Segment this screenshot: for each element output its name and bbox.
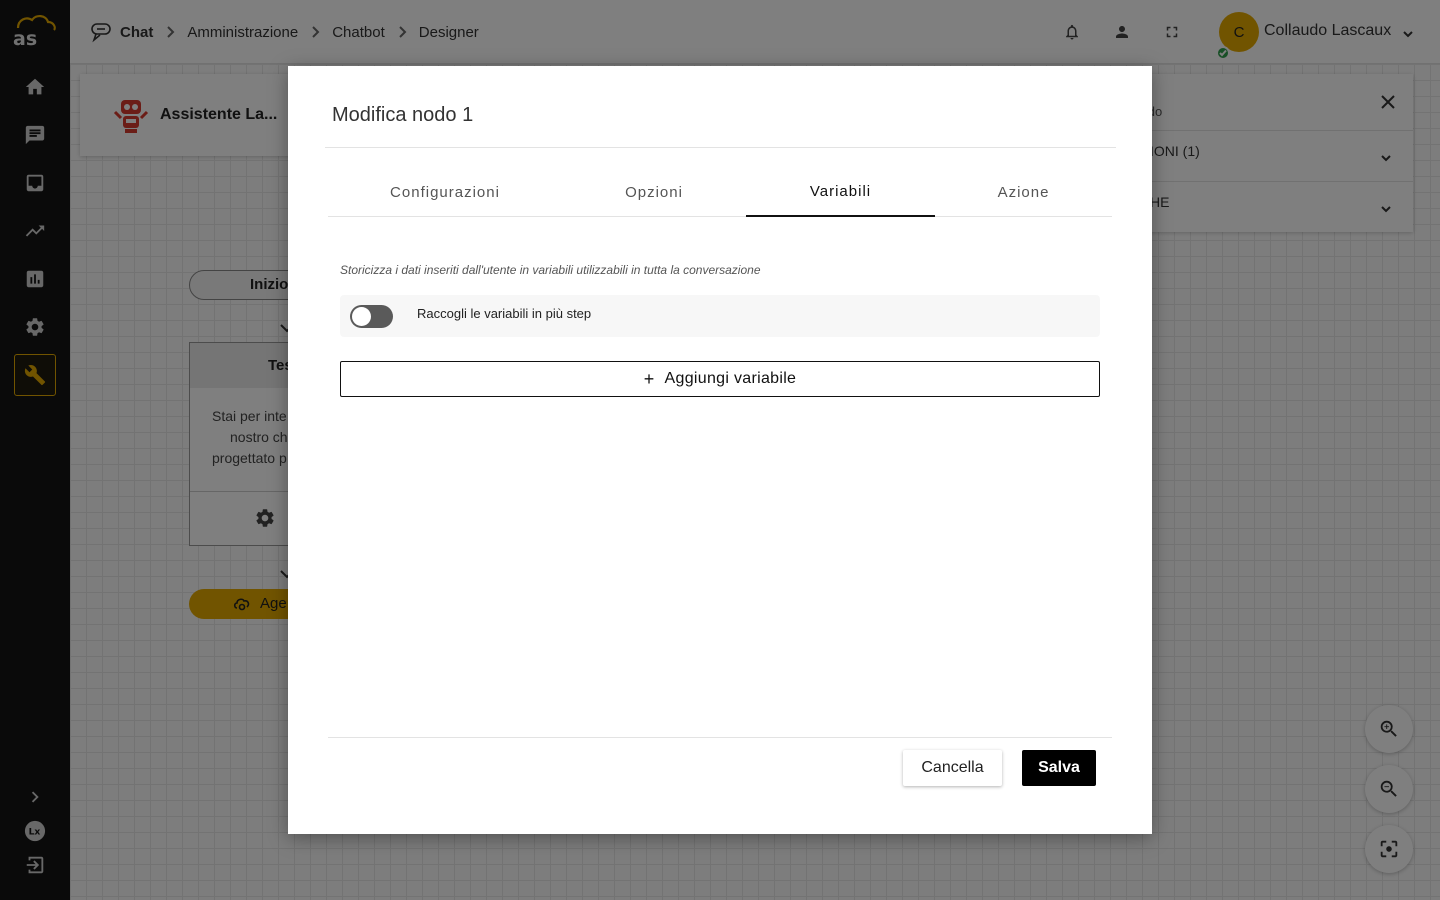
divider xyxy=(325,147,1116,148)
save-button[interactable]: Salva xyxy=(1022,750,1096,786)
dialog-tabs: Configurazioni Opzioni Variabili Azione xyxy=(328,168,1112,217)
tab-azione[interactable]: Azione xyxy=(935,168,1112,217)
dialog-title: Modifica nodo 1 xyxy=(332,104,474,126)
edit-node-dialog: Modifica nodo 1 Configurazioni Opzioni V… xyxy=(288,66,1152,834)
tab-configurazioni[interactable]: Configurazioni xyxy=(328,168,562,217)
tab-variabili[interactable]: Variabili xyxy=(746,168,935,217)
multi-step-row: Raccogli le variabili in più step xyxy=(340,295,1100,337)
divider xyxy=(328,737,1112,738)
multi-step-toggle[interactable] xyxy=(350,305,393,328)
cancel-button[interactable]: Cancella xyxy=(903,750,1002,786)
variables-help-text: Storicizza i dati inseriti dall'utente i… xyxy=(340,263,761,277)
add-variable-label: Aggiungi variabile xyxy=(664,370,797,387)
multi-step-label: Raccogli le variabili in più step xyxy=(417,306,592,321)
toggle-knob xyxy=(352,307,371,326)
plus-icon: + xyxy=(643,369,655,389)
tab-opzioni[interactable]: Opzioni xyxy=(562,168,746,217)
add-variable-button[interactable]: + Aggiungi variabile xyxy=(340,361,1100,397)
